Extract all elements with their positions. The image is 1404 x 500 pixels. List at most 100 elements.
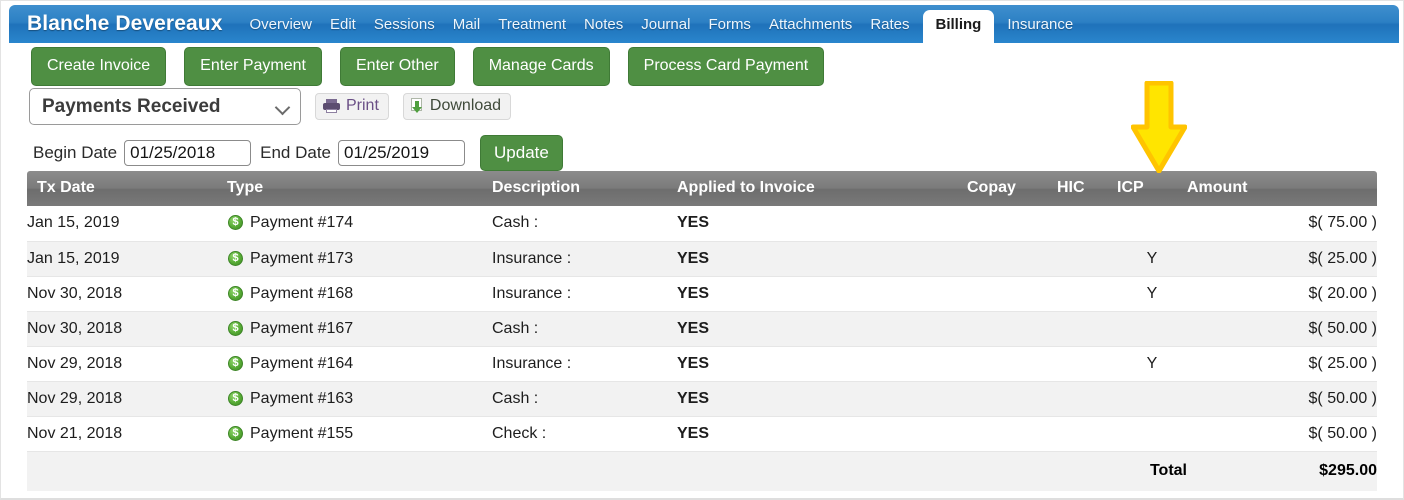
table-row[interactable]: Nov 30, 2018 Payment #167 Cash : YES $( …	[27, 311, 1377, 347]
tab-journal[interactable]: Journal	[632, 17, 699, 43]
manage-cards-button[interactable]: Manage Cards	[472, 47, 610, 86]
total-label: Total	[1117, 451, 1187, 491]
cell-tx-date: Nov 29, 2018	[27, 381, 227, 417]
cell-type: Payment #163	[227, 381, 492, 417]
cell-type: Payment #164	[227, 346, 492, 382]
cell-type-label: Payment #163	[250, 389, 354, 407]
cell-copay	[967, 416, 1057, 452]
cell-tx-date: Nov 30, 2018	[27, 311, 227, 347]
update-button[interactable]: Update	[480, 135, 563, 171]
col-header-tx-date[interactable]: Tx Date	[27, 171, 227, 206]
dollar-coin-icon	[228, 285, 243, 301]
nav-tabs: Overview Edit Sessions Mail Treatment No…	[240, 5, 1082, 43]
enter-payment-button[interactable]: Enter Payment	[184, 47, 322, 86]
cell-description: Cash :	[492, 311, 677, 347]
col-header-amount[interactable]: Amount	[1187, 171, 1377, 206]
cell-icp	[1117, 416, 1187, 452]
cell-copay	[967, 346, 1057, 382]
col-header-description[interactable]: Description	[492, 171, 677, 206]
cell-applied: YES	[677, 311, 967, 347]
begin-date-input[interactable]: 01/25/2018	[124, 140, 252, 166]
tab-forms[interactable]: Forms	[699, 17, 760, 43]
tab-rates[interactable]: Rates	[861, 17, 918, 43]
cell-hic	[1057, 346, 1117, 382]
billing-actions-toolbar: Create Invoice Enter Payment Enter Other…	[31, 47, 842, 86]
cell-tx-date: Nov 21, 2018	[27, 416, 227, 452]
report-type-select[interactable]: Payments Received	[29, 88, 301, 125]
cell-type: Payment #155	[227, 416, 492, 452]
down-arrow-icon	[1131, 81, 1187, 173]
cell-icp	[1117, 311, 1187, 347]
tab-billing[interactable]: Billing	[922, 10, 995, 43]
tab-sessions[interactable]: Sessions	[365, 17, 444, 43]
col-header-applied-to-invoice[interactable]: Applied to Invoice	[677, 171, 967, 206]
dollar-coin-icon	[228, 355, 243, 371]
dollar-coin-icon	[228, 425, 243, 441]
process-card-payment-button[interactable]: Process Card Payment	[627, 47, 825, 86]
cell-applied: YES	[677, 206, 967, 242]
end-date-input[interactable]: 01/25/2019	[338, 140, 466, 166]
tab-overview[interactable]: Overview	[240, 17, 321, 43]
tab-notes[interactable]: Notes	[575, 17, 632, 43]
col-header-icp[interactable]: ICP	[1117, 171, 1187, 206]
cell-hic	[1057, 311, 1117, 347]
cell-icp	[1117, 206, 1187, 242]
cell-icp: Y	[1117, 241, 1187, 277]
total-spacer-5	[967, 451, 1057, 491]
end-date-label: End Date	[260, 143, 332, 162]
report-type-value: Payments Received	[42, 95, 221, 117]
cell-description: Cash :	[492, 206, 677, 242]
tab-treatment[interactable]: Treatment	[489, 17, 575, 43]
total-spacer-3	[492, 451, 677, 491]
printer-icon	[323, 99, 340, 113]
cell-amount: $( 75.00 )	[1187, 206, 1377, 242]
total-spacer-1	[27, 451, 227, 491]
cell-hic	[1057, 416, 1117, 452]
table-header-row: Tx Date Type Description Applied to Invo…	[27, 171, 1377, 206]
cell-tx-date: Jan 15, 2019	[27, 241, 227, 277]
cell-tx-date: Nov 29, 2018	[27, 346, 227, 382]
table-row[interactable]: Nov 30, 2018 Payment #168 Insurance : YE…	[27, 276, 1377, 312]
dollar-coin-icon	[228, 250, 243, 266]
total-spacer-4	[677, 451, 967, 491]
enter-other-button[interactable]: Enter Other	[340, 47, 455, 86]
cell-description: Insurance :	[492, 276, 677, 312]
cell-type-label: Payment #167	[250, 319, 354, 337]
print-button-label: Print	[346, 97, 379, 114]
cell-type: Payment #174	[227, 206, 492, 242]
table-row[interactable]: Nov 29, 2018 Payment #164 Insurance : YE…	[27, 346, 1377, 382]
cell-hic	[1057, 241, 1117, 277]
table-row[interactable]: Nov 29, 2018 Payment #163 Cash : YES $( …	[27, 381, 1377, 417]
begin-date-label: Begin Date	[33, 143, 118, 162]
table-row[interactable]: Jan 15, 2019 Payment #173 Insurance : YE…	[27, 241, 1377, 277]
cell-hic	[1057, 206, 1117, 242]
download-button[interactable]: Download	[402, 93, 512, 120]
cell-type: Payment #173	[227, 241, 492, 277]
download-button-label: Download	[429, 97, 502, 114]
print-button[interactable]: Print	[315, 93, 389, 120]
table-body: Jan 15, 2019 Payment #174 Cash : YES $( …	[27, 206, 1377, 491]
date-filter-row: Begin Date 01/25/2018 End Date 01/25/201…	[33, 135, 563, 171]
col-header-copay[interactable]: Copay	[967, 171, 1057, 206]
cell-tx-date: Nov 30, 2018	[27, 276, 227, 312]
tab-edit[interactable]: Edit	[321, 17, 365, 43]
cell-copay	[967, 276, 1057, 312]
tab-mail[interactable]: Mail	[444, 17, 490, 43]
tab-attachments[interactable]: Attachments	[760, 17, 861, 43]
col-header-hic[interactable]: HIC	[1057, 171, 1117, 206]
table-row[interactable]: Nov 21, 2018 Payment #155 Check : YES $(…	[27, 416, 1377, 452]
cell-type-label: Payment #174	[250, 214, 354, 232]
tab-insurance[interactable]: Insurance	[998, 17, 1082, 43]
cell-applied: YES	[677, 381, 967, 417]
col-header-type[interactable]: Type	[227, 171, 492, 206]
table-row[interactable]: Jan 15, 2019 Payment #174 Cash : YES $( …	[27, 206, 1377, 242]
cell-type-label: Payment #155	[250, 424, 354, 442]
page-body: Blanche Devereaux Overview Edit Sessions…	[5, 4, 1399, 494]
create-invoice-button[interactable]: Create Invoice	[31, 47, 167, 86]
total-amount: $295.00	[1187, 451, 1377, 491]
cell-amount: $( 20.00 )	[1187, 276, 1377, 312]
chevron-down-icon	[276, 102, 290, 111]
payments-received-table: Tx Date Type Description Applied to Invo…	[27, 171, 1377, 491]
cell-hic	[1057, 276, 1117, 312]
cell-copay	[967, 241, 1057, 277]
